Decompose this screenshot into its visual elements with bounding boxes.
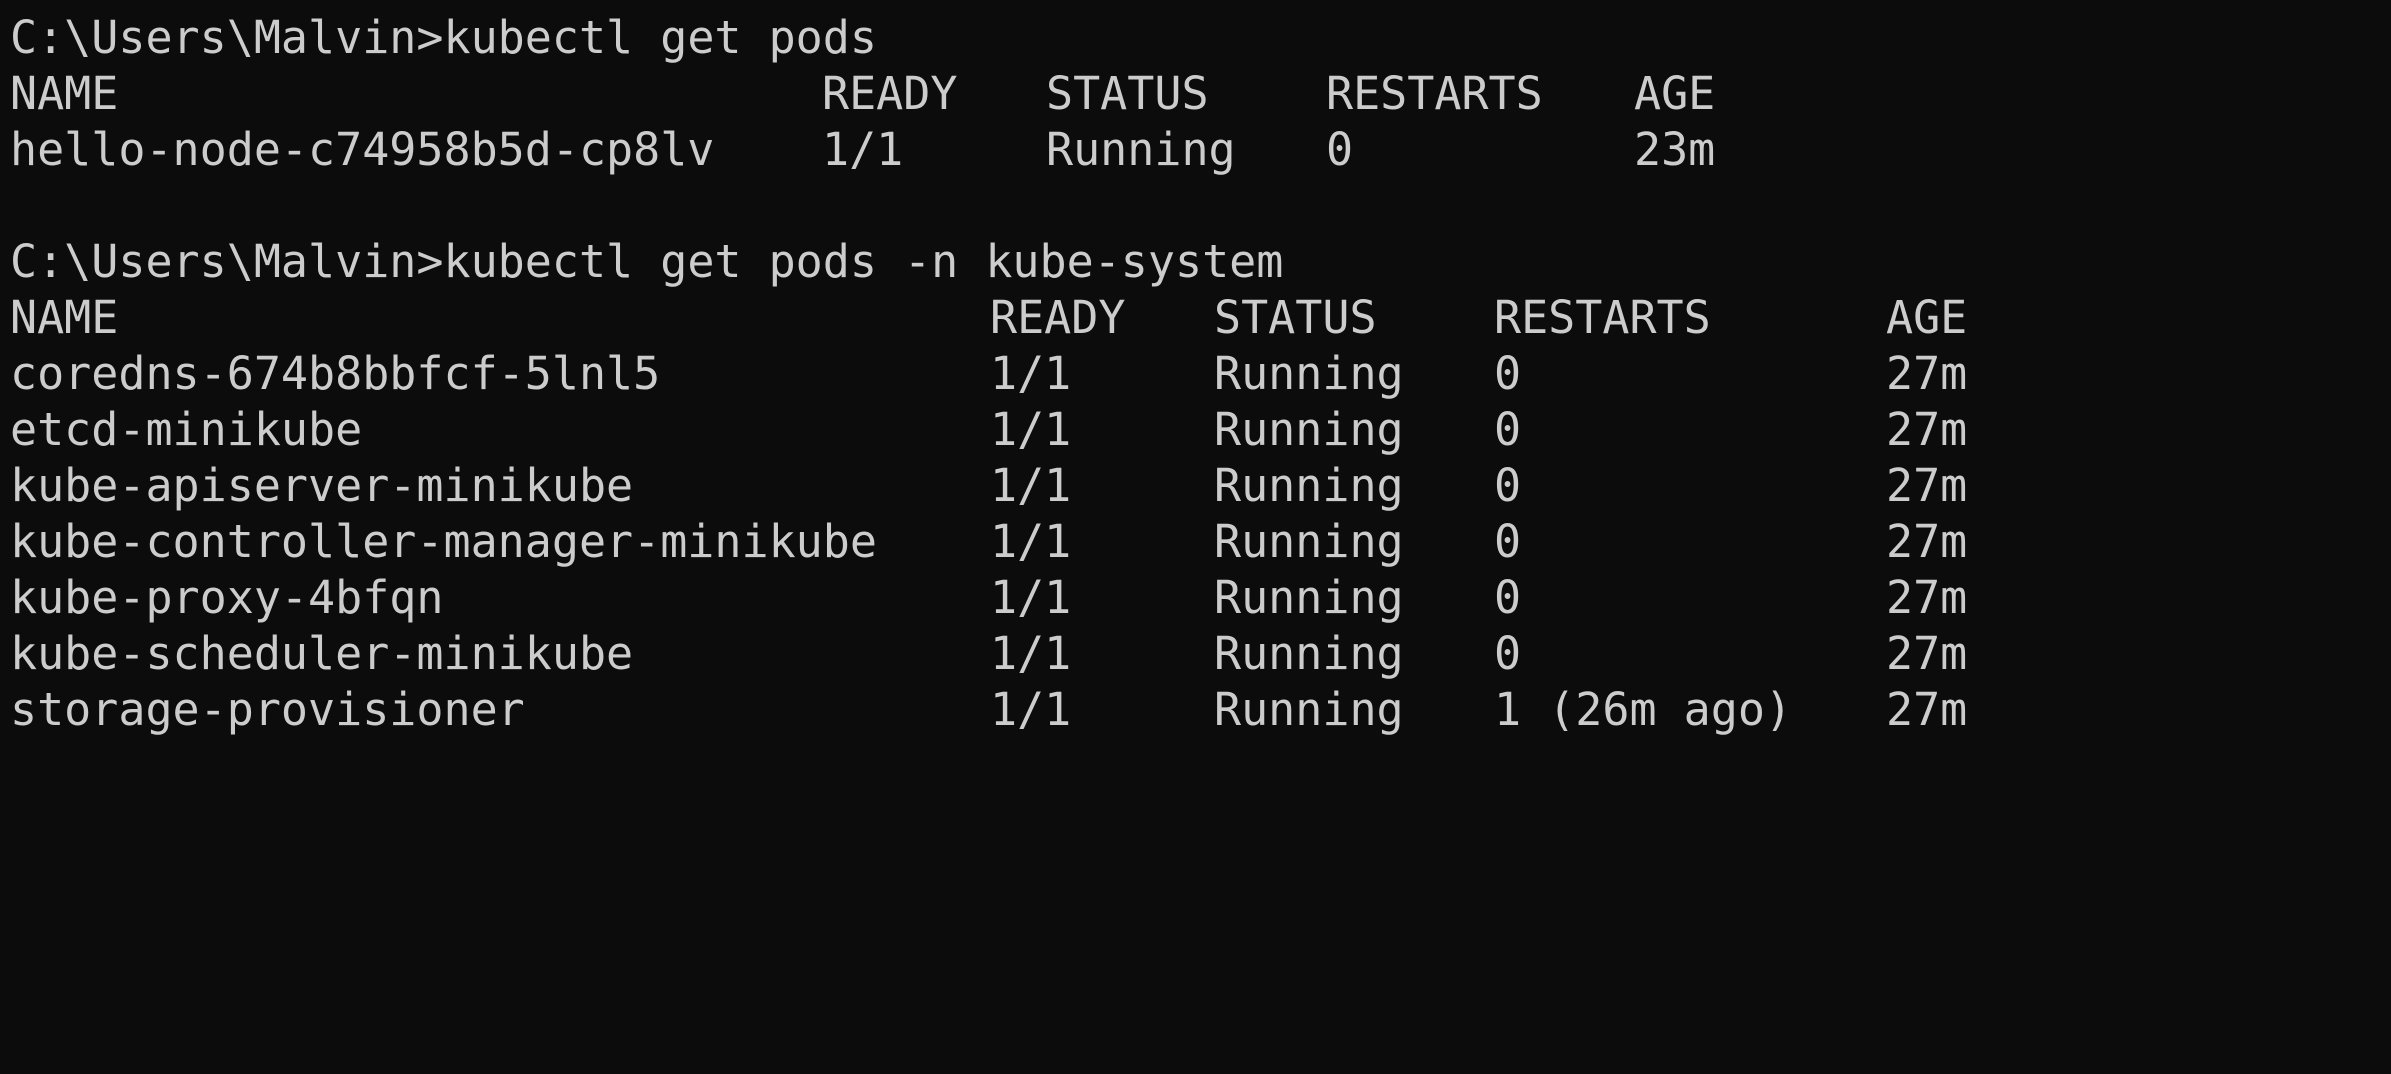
column-header-ready: READY — [822, 67, 958, 120]
pod-status: Running — [1214, 459, 1404, 512]
pod-age: 27m — [1886, 683, 1968, 736]
column-header-restarts: RESTARTS — [1494, 291, 1711, 344]
table-row: kube-controller-manager-minikube 1/1 Run… — [10, 514, 2380, 570]
table-row: coredns-674b8bbfcf-5lnl5 1/1 Running 0 2… — [10, 346, 2380, 402]
pod-name: kube-apiserver-minikube — [10, 459, 634, 512]
pod-age: 27m — [1886, 403, 1968, 456]
pod-status: Running — [1046, 123, 1236, 176]
pod-ready: 1/1 — [990, 403, 1072, 456]
pod-restarts: 0 — [1494, 515, 1522, 568]
pod-restarts: 1 (26m ago) — [1494, 683, 1793, 736]
pod-ready: 1/1 — [990, 627, 1072, 680]
pod-name: etcd-minikube — [10, 403, 363, 456]
column-header-name: NAME — [10, 291, 119, 344]
pod-ready: 1/1 — [990, 571, 1072, 624]
pod-name: kube-scheduler-minikube — [10, 627, 634, 680]
pod-name: kube-proxy-4bfqn — [10, 571, 444, 624]
command-line: C:\Users\Malvin>kubectl get pods — [10, 10, 2380, 66]
column-header-status: STATUS — [1046, 67, 1209, 120]
prompt: C:\Users\Malvin> — [10, 11, 444, 64]
pod-restarts: 0 — [1326, 123, 1354, 176]
pod-ready: 1/1 — [990, 459, 1072, 512]
column-header-ready: READY — [990, 291, 1126, 344]
pod-restarts: 0 — [1494, 403, 1522, 456]
table-row: kube-apiserver-minikube 1/1 Running 0 27… — [10, 458, 2380, 514]
pod-ready: 1/1 — [990, 515, 1072, 568]
pod-status: Running — [1214, 403, 1404, 456]
command-line: C:\Users\Malvin>kubectl get pods -n kube… — [10, 234, 2380, 290]
pod-restarts: 0 — [1494, 459, 1522, 512]
table-header-row: NAME READY STATUS RESTARTS AGE — [10, 66, 2380, 122]
table-row: etcd-minikube 1/1 Running 0 27m — [10, 402, 2380, 458]
table-header-row: NAME READY STATUS RESTARTS AGE — [10, 290, 2380, 346]
pod-name: coredns-674b8bbfcf-5lnl5 — [10, 347, 661, 400]
pod-age: 27m — [1886, 627, 1968, 680]
command-text: kubectl get pods -n kube-system — [443, 235, 1284, 288]
pod-status: Running — [1214, 571, 1404, 624]
pod-name: storage-provisioner — [10, 683, 525, 736]
pod-status: Running — [1214, 683, 1404, 736]
pod-name: kube-controller-manager-minikube — [10, 515, 877, 568]
pod-age: 23m — [1634, 123, 1716, 176]
pod-name: hello-node-c74958b5d-cp8lv — [10, 123, 715, 176]
column-header-age: AGE — [1886, 291, 1968, 344]
column-header-restarts: RESTARTS — [1326, 67, 1543, 120]
pod-restarts: 0 — [1494, 627, 1522, 680]
pod-restarts: 0 — [1494, 571, 1522, 624]
table-row: storage-provisioner 1/1 Running 1 (26m a… — [10, 682, 2380, 738]
column-header-age: AGE — [1634, 67, 1716, 120]
pod-age: 27m — [1886, 515, 1968, 568]
column-header-name: NAME — [10, 67, 119, 120]
pod-age: 27m — [1886, 347, 1968, 400]
table-row: hello-node-c74958b5d-cp8lv 1/1 Running 0… — [10, 122, 2380, 178]
table-row: kube-proxy-4bfqn 1/1 Running 0 27m — [10, 570, 2380, 626]
prompt: C:\Users\Malvin> — [10, 235, 444, 288]
pod-status: Running — [1214, 515, 1404, 568]
terminal-window[interactable]: C:\Users\Malvin>kubectl get pods NAME RE… — [10, 10, 2380, 750]
pod-age: 27m — [1886, 459, 1968, 512]
table-row: kube-scheduler-minikube 1/1 Running 0 27… — [10, 626, 2380, 682]
pod-status: Running — [1214, 347, 1404, 400]
pod-age: 27m — [1886, 571, 1968, 624]
pod-ready: 1/1 — [822, 123, 904, 176]
column-header-status: STATUS — [1214, 291, 1377, 344]
pod-status: Running — [1214, 627, 1404, 680]
pod-restarts: 0 — [1494, 347, 1522, 400]
command-text: kubectl get pods — [443, 11, 877, 64]
pod-ready: 1/1 — [990, 683, 1072, 736]
pod-ready: 1/1 — [990, 347, 1072, 400]
